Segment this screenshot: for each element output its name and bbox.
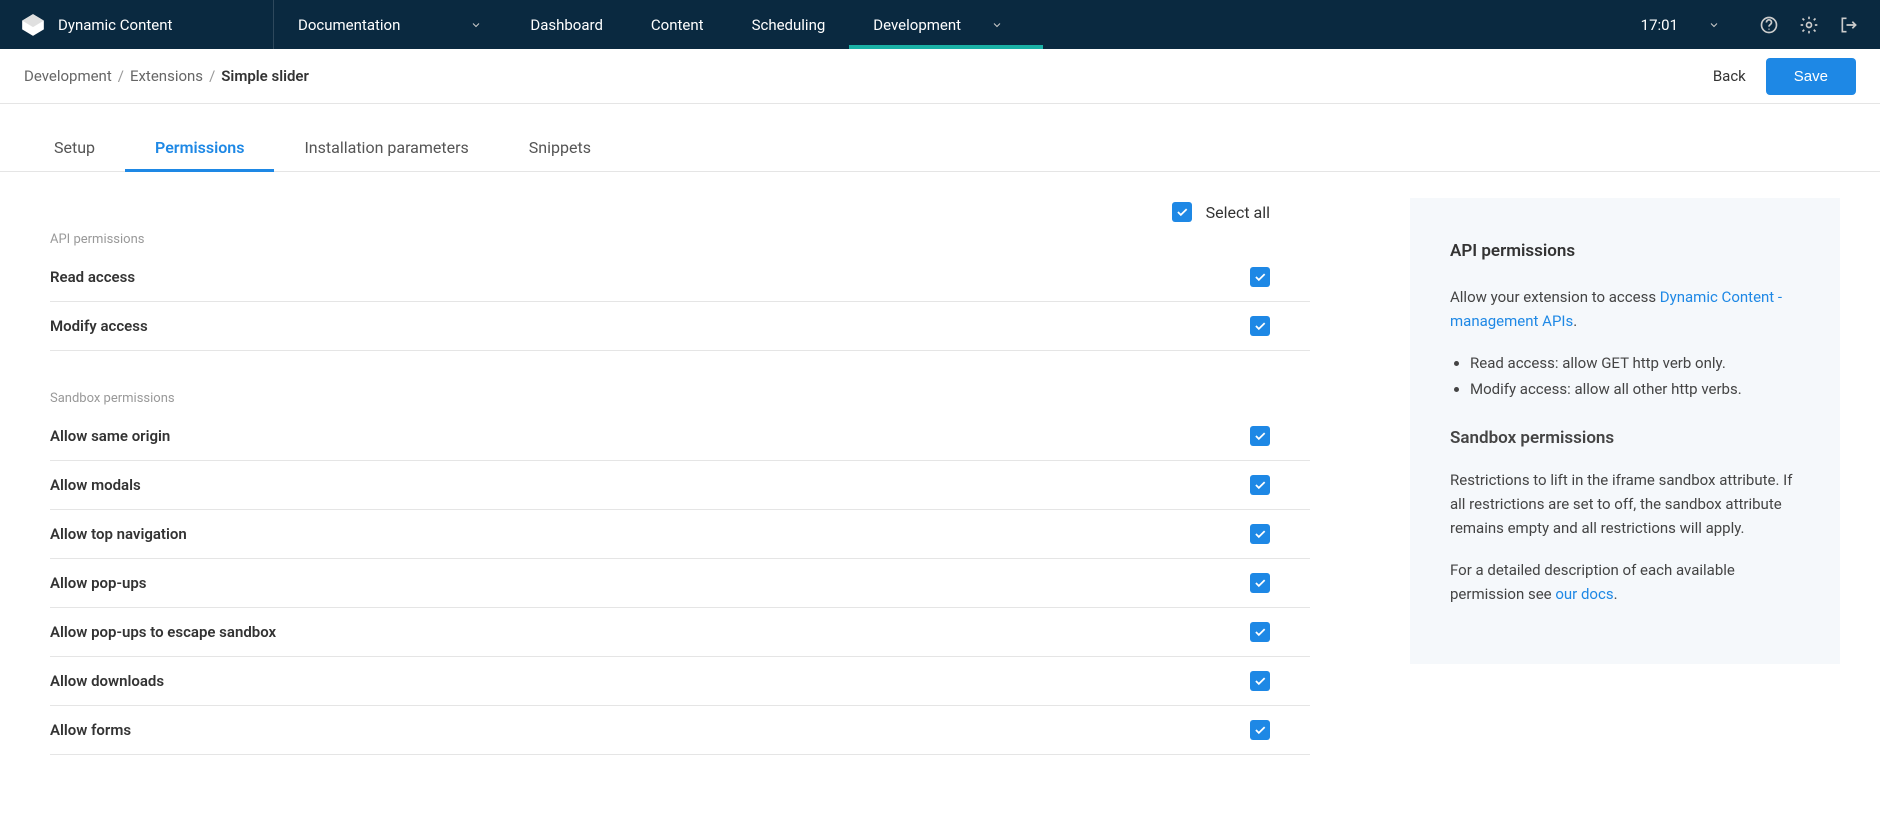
permission-row-modify-access: Modify access [50,302,1310,351]
permission-row-allow-modals: Allow modals [50,461,1310,510]
permission-row-read-access: Read access [50,253,1310,302]
topbar-right: 17:01 [1641,14,1880,36]
info-docs-description: For a detailed description of each avail… [1450,558,1800,606]
permission-row-allow-downloads: Allow downloads [50,657,1310,706]
permission-label: Allow same origin [50,427,170,445]
brand-section: Dynamic Content [0,0,274,49]
permission-row-allow-top-navigation: Allow top navigation [50,510,1310,559]
chevron-down-icon [470,19,482,31]
save-button[interactable]: Save [1766,58,1856,95]
info-api-description: Allow your extension to access Dynamic C… [1450,285,1800,333]
documentation-label: Documentation [298,16,400,34]
main-content: Select all API permissions Read access M… [0,172,1880,775]
secondbar-actions: Back Save [1713,58,1856,95]
tab-installation-parameters[interactable]: Installation parameters [274,124,498,171]
info-api-bullets: Read access: allow GET http verb only. M… [1450,351,1800,401]
info-api-heading: API permissions [1450,238,1800,265]
breadcrumb-extensions[interactable]: Extensions [130,67,203,85]
top-bar: Dynamic Content Documentation Dashboard … [0,0,1880,49]
modify-access-checkbox[interactable] [1250,316,1270,336]
documentation-dropdown[interactable]: Documentation [274,0,506,49]
brand-logo-icon [20,12,46,38]
permission-label: Read access [50,268,135,286]
breadcrumb-development[interactable]: Development [24,67,112,85]
back-button[interactable]: Back [1713,67,1746,85]
select-all-checkbox[interactable] [1172,202,1192,222]
gear-icon[interactable] [1798,14,1820,36]
breadcrumb-separator: / [209,67,215,85]
sandbox-permissions-section-label: Sandbox permissions [50,391,1310,406]
permission-label: Modify access [50,317,148,335]
permission-row-allow-same-origin: Allow same origin [50,412,1310,461]
logout-icon[interactable] [1838,14,1860,36]
info-panel: API permissions Allow your extension to … [1410,198,1840,664]
chevron-down-icon [1708,19,1720,31]
breadcrumb-current: Simple slider [221,67,309,85]
our-docs-link[interactable]: our docs [1555,585,1613,603]
permission-row-allow-forms: Allow forms [50,706,1310,755]
permission-row-allow-pop-ups-escape: Allow pop-ups to escape sandbox [50,608,1310,657]
tab-permissions[interactable]: Permissions [125,124,274,171]
select-all-row: Select all [50,192,1310,232]
info-bullet-read: Read access: allow GET http verb only. [1470,351,1800,375]
permission-label: Allow downloads [50,672,164,690]
nav-tab-scheduling[interactable]: Scheduling [728,0,850,49]
allow-pop-ups-escape-checkbox[interactable] [1250,622,1270,642]
api-permissions-section-label: API permissions [50,232,1310,247]
info-sandbox-description: Restrictions to lift in the iframe sandb… [1450,468,1800,540]
info-bullet-modify: Modify access: allow all other http verb… [1470,377,1800,401]
permission-label: Allow top navigation [50,525,187,543]
permission-label: Allow modals [50,476,141,494]
nav-tab-dashboard[interactable]: Dashboard [506,0,627,49]
allow-top-navigation-checkbox[interactable] [1250,524,1270,544]
brand-text: Dynamic Content [58,16,172,34]
content-tabs: Setup Permissions Installation parameter… [0,124,1880,172]
breadcrumb-bar: Development / Extensions / Simple slider… [0,49,1880,104]
allow-pop-ups-checkbox[interactable] [1250,573,1270,593]
select-all-label: Select all [1206,203,1270,222]
main-nav: Dashboard Content Scheduling Development [506,0,1043,49]
info-sandbox-heading: Sandbox permissions [1450,425,1800,452]
permission-label: Allow pop-ups [50,574,146,592]
allow-downloads-checkbox[interactable] [1250,671,1270,691]
time-dropdown[interactable]: 17:01 [1641,16,1720,34]
chevron-down-icon [991,19,1003,31]
allow-modals-checkbox[interactable] [1250,475,1270,495]
permission-label: Allow forms [50,721,131,739]
nav-tab-development[interactable]: Development [849,0,1043,49]
permissions-column: Select all API permissions Read access M… [20,192,1310,755]
allow-same-origin-checkbox[interactable] [1250,426,1270,446]
permission-row-allow-pop-ups: Allow pop-ups [50,559,1310,608]
breadcrumb: Development / Extensions / Simple slider [24,67,309,85]
tab-setup[interactable]: Setup [24,124,125,171]
allow-forms-checkbox[interactable] [1250,720,1270,740]
tab-snippets[interactable]: Snippets [499,124,621,171]
breadcrumb-separator: / [118,67,124,85]
permission-label: Allow pop-ups to escape sandbox [50,623,276,641]
nav-tab-content[interactable]: Content [627,0,728,49]
help-icon[interactable] [1758,14,1780,36]
read-access-checkbox[interactable] [1250,267,1270,287]
